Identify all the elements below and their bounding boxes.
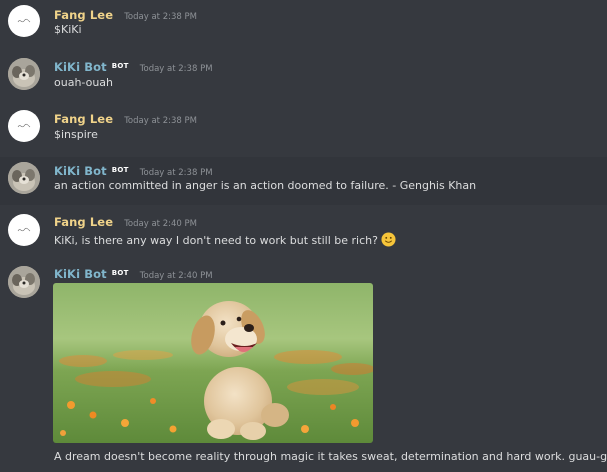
timestamp: Today at 2:40 PM — [139, 271, 213, 281]
bot-badge: BOT — [111, 269, 129, 277]
username[interactable]: Fang Lee — [54, 215, 113, 229]
chat-message-list: Fang Lee Today at 2:38 PM $KiKi KiKi Bot… — [0, 0, 607, 472]
username[interactable]: Fang Lee — [54, 112, 113, 126]
signature-logo-icon — [17, 18, 31, 23]
chat-message: Fang Lee Today at 2:40 PM KiKi, is there… — [0, 207, 607, 259]
chat-message: KiKi Bot BOT Today at 2:38 PM ouah-ouah — [0, 52, 607, 104]
username[interactable]: KiKi Bot — [54, 164, 107, 178]
timestamp: Today at 2:38 PM — [124, 12, 197, 22]
message-text: KiKi, is there any way I don't need to w… — [54, 232, 396, 248]
bot-badge: BOT — [111, 62, 129, 70]
avatar[interactable] — [8, 162, 40, 194]
avatar[interactable] — [8, 214, 40, 246]
avatar[interactable] — [8, 110, 40, 142]
slightly-smiling-face-icon — [381, 232, 396, 247]
golden-retriever-puppy-photo — [53, 283, 373, 443]
timestamp: Today at 2:38 PM — [139, 168, 213, 178]
chat-message: Fang Lee Today at 2:38 PM $inspire — [0, 104, 607, 156]
bot-badge: BOT — [111, 166, 129, 174]
avatar[interactable] — [8, 58, 40, 90]
message-text: $KiKi — [54, 23, 82, 36]
username[interactable]: Fang Lee — [54, 8, 113, 22]
message-text: an action committed in anger is an actio… — [54, 179, 477, 192]
timestamp: Today at 2:38 PM — [124, 116, 197, 126]
dog-avatar-icon — [8, 266, 40, 298]
avatar[interactable] — [8, 266, 40, 298]
message-text: A dream doesn't become reality through m… — [54, 450, 607, 463]
signature-logo-icon — [17, 123, 31, 128]
message-text: ouah-ouah — [54, 76, 114, 89]
dog-avatar-icon — [8, 58, 40, 90]
dog-avatar-icon — [8, 162, 40, 194]
signature-logo-icon — [17, 227, 31, 232]
image-attachment[interactable] — [53, 283, 373, 443]
message-text-content: KiKi, is there any way I don't need to w… — [54, 234, 378, 247]
message-text: $inspire — [54, 128, 98, 141]
avatar[interactable] — [8, 5, 40, 37]
username[interactable]: KiKi Bot — [54, 60, 107, 74]
username[interactable]: KiKi Bot — [54, 267, 107, 281]
chat-message: KiKi Bot BOT Today at 2:38 PM an action c… — [0, 157, 607, 205]
chat-message: Fang Lee Today at 2:38 PM $KiKi — [0, 0, 607, 52]
timestamp: Today at 2:38 PM — [139, 64, 213, 74]
timestamp: Today at 2:40 PM — [124, 219, 197, 229]
